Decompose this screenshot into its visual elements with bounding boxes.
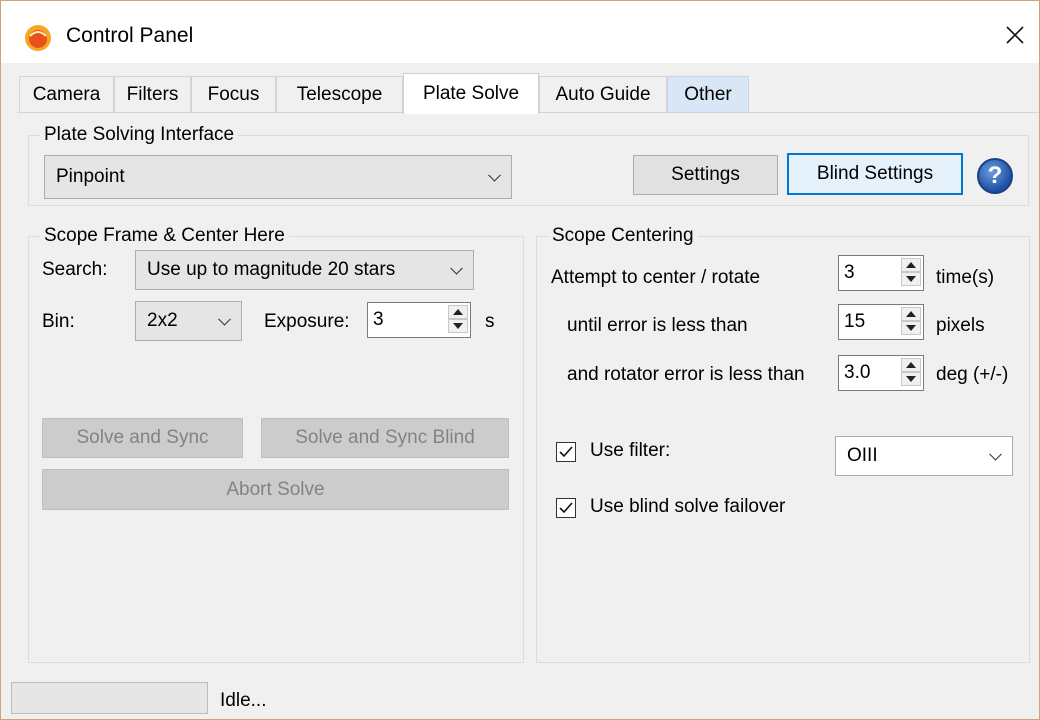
spin-up-button[interactable]	[448, 305, 468, 319]
progress-bar	[11, 682, 208, 714]
group-title: Scope Centering	[548, 225, 698, 247]
help-icon[interactable]: ?	[977, 158, 1013, 194]
group-title: Scope Frame & Center Here	[40, 225, 289, 247]
selected-value: OIII	[847, 445, 878, 466]
triangle-down-icon	[906, 376, 916, 382]
spin-down-button[interactable]	[901, 321, 921, 335]
attempt-stepper[interactable]: 3	[838, 255, 924, 291]
filter-select[interactable]: OIII	[835, 436, 1013, 476]
close-icon	[1006, 26, 1024, 44]
search-label: Search:	[42, 259, 108, 280]
use-filter-checkbox[interactable]	[556, 442, 576, 462]
tab-label: Camera	[32, 83, 101, 105]
button-label: Abort Solve	[226, 478, 325, 500]
triangle-up-icon	[453, 309, 463, 315]
solve-and-sync-blind-button[interactable]: Solve and Sync Blind	[261, 418, 509, 458]
checkmark-icon	[559, 502, 573, 514]
rotator-label: and rotator error is less than	[567, 364, 805, 385]
spin-up-button[interactable]	[901, 358, 921, 372]
button-label: Settings	[671, 164, 740, 185]
group-title: Plate Solving Interface	[40, 124, 239, 146]
search-select[interactable]: Use up to magnitude 20 stars	[135, 250, 474, 290]
tab-label: Other	[684, 83, 732, 105]
tab-label: Auto Guide	[555, 83, 651, 105]
triangle-down-icon	[453, 323, 463, 329]
attempt-label: Attempt to center / rotate	[551, 267, 761, 288]
rotator-stepper[interactable]: 3.0	[838, 355, 924, 391]
selected-value: Use up to magnitude 20 stars	[147, 259, 396, 280]
tab-telescope[interactable]: Telescope	[276, 76, 403, 112]
settings-button[interactable]: Settings	[633, 155, 778, 195]
use-filter-label[interactable]: Use filter:	[590, 440, 670, 462]
triangle-up-icon	[906, 262, 916, 268]
tab-focus[interactable]: Focus	[191, 76, 276, 112]
tab-label: Plate Solve	[422, 83, 520, 104]
error-stepper[interactable]: 15	[838, 304, 924, 340]
button-label: Solve and Sync	[76, 427, 209, 448]
rotator-unit: deg (+/-)	[936, 364, 1009, 385]
spin-up-button[interactable]	[901, 307, 921, 321]
triangle-up-icon	[906, 311, 916, 317]
error-value: 15	[844, 311, 866, 332]
tab-filters[interactable]: Filters	[114, 76, 191, 112]
sun-icon	[24, 24, 52, 52]
attempt-value: 3	[844, 262, 855, 283]
chevron-down-icon	[450, 261, 463, 275]
tab-other[interactable]: Other	[667, 76, 749, 112]
tab-plate-solve[interactable]: Plate Solve	[403, 73, 539, 114]
bin-select[interactable]: 2x2	[135, 301, 242, 341]
button-label: Solve and Sync Blind	[295, 427, 475, 448]
rotator-value: 3.0	[844, 362, 871, 383]
error-unit: pixels	[936, 315, 985, 336]
exposure-unit: s	[485, 311, 495, 332]
tab-label: Focus	[207, 83, 260, 105]
exposure-stepper[interactable]: 3	[367, 302, 471, 338]
button-label: Blind Settings	[816, 163, 934, 184]
attempt-unit: time(s)	[936, 267, 995, 288]
help-glyph: ?	[987, 162, 1003, 189]
checkmark-icon	[559, 446, 573, 458]
window-title: Control Panel	[66, 24, 194, 47]
spin-down-button[interactable]	[901, 372, 921, 386]
chevron-down-icon	[989, 447, 1002, 461]
chevron-down-icon	[488, 168, 501, 182]
exposure-value: 3	[373, 309, 384, 330]
selected-value: Pinpoint	[56, 166, 125, 187]
blind-failover-label[interactable]: Use blind solve failover	[590, 496, 785, 518]
tab-label: Telescope	[296, 83, 383, 105]
abort-solve-button[interactable]: Abort Solve	[42, 469, 509, 510]
triangle-down-icon	[906, 325, 916, 331]
error-label: until error is less than	[567, 315, 748, 336]
spin-down-button[interactable]	[448, 319, 468, 333]
plate-solver-select[interactable]: Pinpoint	[44, 155, 512, 199]
chevron-down-icon	[218, 312, 231, 326]
exposure-label: Exposure:	[264, 311, 350, 332]
status-text: Idle...	[220, 690, 267, 711]
spin-down-button[interactable]	[901, 272, 921, 286]
close-button[interactable]	[992, 12, 1038, 58]
selected-value: 2x2	[147, 310, 178, 331]
tab-label: Filters	[126, 83, 179, 105]
triangle-down-icon	[906, 276, 916, 282]
control-panel-window: Control Panel Camera Filters Focus Teles…	[0, 0, 1040, 720]
solve-and-sync-button[interactable]: Solve and Sync	[42, 418, 243, 458]
bin-label: Bin:	[42, 311, 75, 332]
spin-up-button[interactable]	[901, 258, 921, 272]
tab-auto-guide[interactable]: Auto Guide	[539, 76, 667, 112]
triangle-up-icon	[906, 362, 916, 368]
tab-camera[interactable]: Camera	[19, 76, 114, 112]
blind-settings-button[interactable]: Blind Settings	[787, 153, 963, 195]
blind-failover-checkbox[interactable]	[556, 498, 576, 518]
